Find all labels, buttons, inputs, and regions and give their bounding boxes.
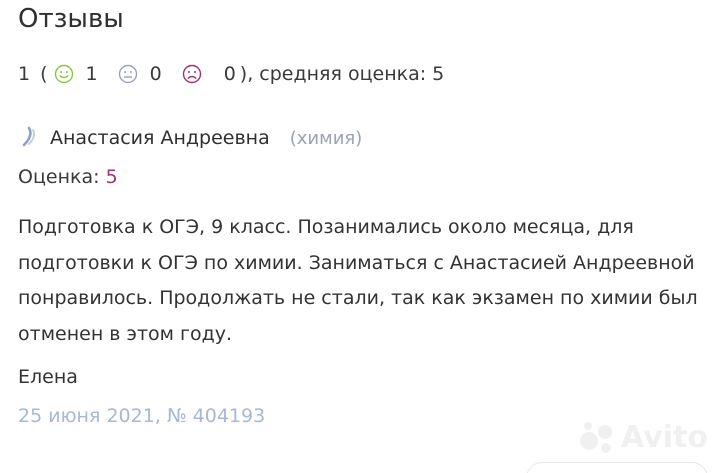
avito-logo-icon xyxy=(580,422,613,453)
sad-face-icon xyxy=(182,64,201,84)
neutral-face-icon xyxy=(118,64,137,84)
section-title: Отзывы xyxy=(18,4,124,34)
rating-value: 5 xyxy=(105,166,118,188)
review-author: Елена xyxy=(18,366,78,388)
neutral-count: 0 xyxy=(149,63,162,85)
rating-label: Оценка: xyxy=(18,166,106,188)
subject-label: (химия) xyxy=(289,127,363,149)
negative-count: 0 xyxy=(223,63,236,85)
total-count: 1 xyxy=(18,63,31,85)
reviews-summary: 1 ( 1 0 0 ), средняя оценка: 5 xyxy=(18,60,444,88)
rating-line: Оценка: 5 xyxy=(18,166,118,188)
smile-face-icon xyxy=(54,64,73,84)
open-paren: ( xyxy=(40,63,48,85)
positive-count: 1 xyxy=(85,63,98,85)
quote-mark-icon xyxy=(22,126,35,147)
chat-bubble[interactable] xyxy=(526,462,708,473)
avito-watermark: Avito xyxy=(577,419,708,455)
average-rating-text: ), средняя оценка: 5 xyxy=(239,63,445,85)
review-meta: 25 июня 2021, № 404193 xyxy=(18,405,266,427)
review-text: Подготовка к ОГЭ, 9 класс. Позанимались … xyxy=(18,216,698,345)
review-header: Анастасия Андреевна (химия) xyxy=(18,124,362,152)
teacher-name[interactable]: Анастасия Андреевна xyxy=(50,127,270,149)
watermark-text: Avito xyxy=(621,419,708,455)
